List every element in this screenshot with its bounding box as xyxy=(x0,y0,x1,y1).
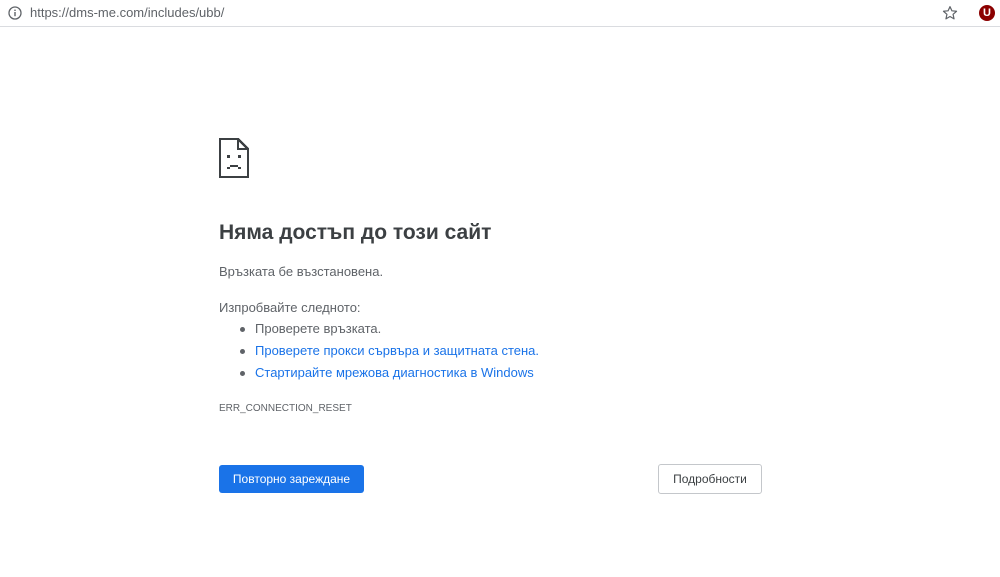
reload-button[interactable]: Повторно зареждане xyxy=(219,465,364,493)
suggestion-check-proxy[interactable]: Проверете прокси сървъра и защитната сте… xyxy=(219,342,539,364)
suggestion-check-connection: Проверете връзката. xyxy=(219,320,539,342)
error-code: ERR_CONNECTION_RESET xyxy=(219,403,352,414)
details-button[interactable]: Подробности xyxy=(658,464,762,494)
error-title: Няма достъп до този сайт xyxy=(219,221,492,244)
error-message: Връзката бе възстановена. xyxy=(219,264,384,279)
address-bar[interactable]: https://dms-me.com/includes/ubb/ U xyxy=(0,0,1000,27)
check-proxy-link[interactable]: Проверете прокси сървъра и защитната сте… xyxy=(255,343,539,358)
suggestion-text: Проверете връзката. xyxy=(255,321,382,336)
extension-icon[interactable]: U xyxy=(979,5,995,21)
suggestion-run-diagnostics[interactable]: Стартирайте мрежова диагностика в Window… xyxy=(219,364,539,386)
sad-document-icon xyxy=(219,138,249,178)
star-icon[interactable] xyxy=(941,4,959,22)
network-diagnostics-link[interactable]: Стартирайте мрежова диагностика в Window… xyxy=(255,365,534,380)
suggestions-label: Изпробвайте следното: xyxy=(219,300,361,315)
extension-badge-label: U xyxy=(983,7,991,19)
info-icon[interactable] xyxy=(8,6,22,20)
url-text[interactable]: https://dms-me.com/includes/ubb/ xyxy=(30,5,224,20)
suggestions-list: Проверете връзката. Проверете прокси сър… xyxy=(219,320,539,386)
